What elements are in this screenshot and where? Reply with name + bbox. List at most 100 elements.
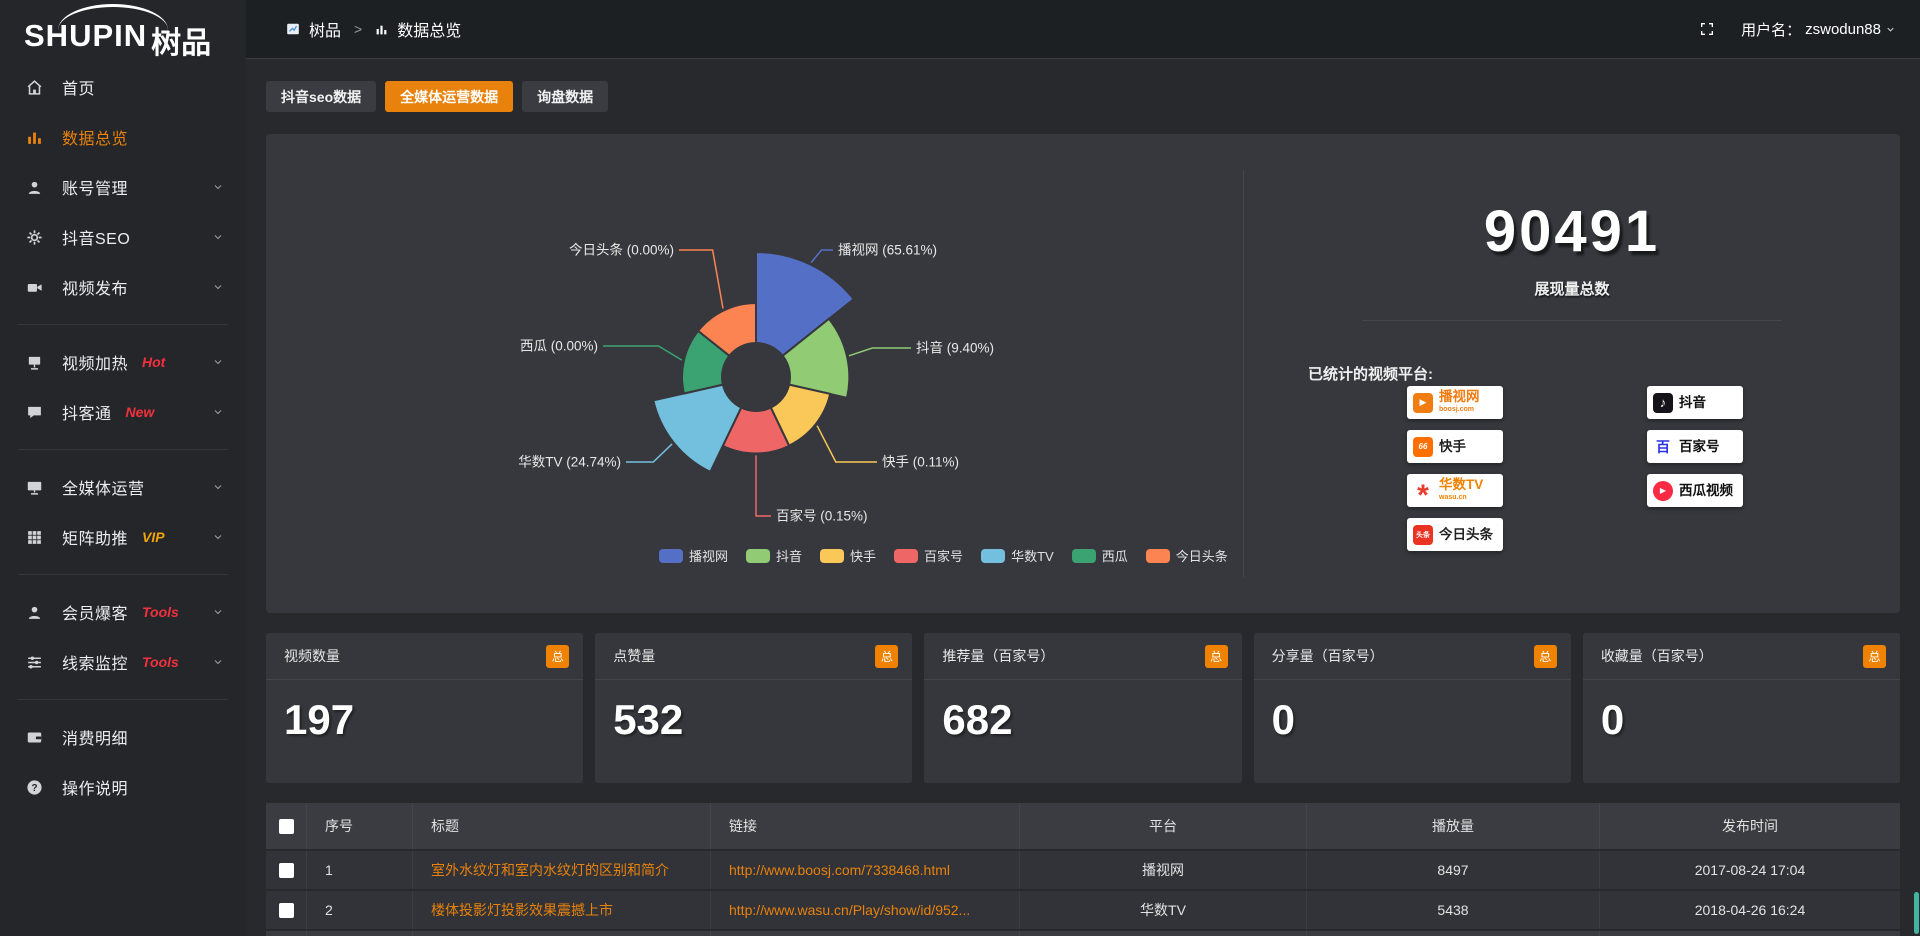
platforms-label: 已统计的视频平台: bbox=[1308, 363, 1900, 384]
kuaishou-logo: 66 bbox=[1413, 437, 1433, 457]
divider bbox=[18, 324, 228, 325]
row-checkbox[interactable] bbox=[279, 903, 294, 918]
pie-slice[interactable] bbox=[653, 385, 741, 472]
stat-title: 点赞量 bbox=[613, 646, 655, 666]
sidebar-item-label: 首页 bbox=[62, 75, 95, 99]
total-impressions-label: 展现量总数 bbox=[1244, 278, 1900, 299]
total-badge[interactable]: 总 bbox=[1534, 645, 1557, 668]
pie-label-line bbox=[849, 348, 911, 356]
chevron-down-icon bbox=[1885, 24, 1896, 35]
tab-inquiry-data[interactable]: 询盘数据 bbox=[522, 81, 608, 112]
row-cell-num: 1 bbox=[307, 851, 413, 889]
row-cell-title[interactable]: 室外水纹灯和室内水纹灯的区别和简介 bbox=[413, 851, 711, 889]
boosj-logo: ▶ bbox=[1413, 393, 1433, 413]
select-all-checkbox[interactable] bbox=[279, 819, 294, 834]
platform-chips-right: ♪ 抖音 百 百家号 ▶ 西瓜视频 bbox=[1647, 386, 1743, 507]
total-badge[interactable]: 总 bbox=[546, 645, 569, 668]
legend-item[interactable]: 快手 bbox=[820, 546, 876, 565]
total-badge[interactable]: 总 bbox=[1863, 645, 1886, 668]
new-badge: New bbox=[126, 404, 155, 420]
stat-value: 532 bbox=[595, 680, 912, 744]
sidebar-item-home[interactable]: 首页 bbox=[0, 62, 246, 112]
legend-swatch bbox=[1072, 549, 1096, 563]
legend-item[interactable]: 百家号 bbox=[894, 546, 963, 565]
brand-logo[interactable]: SHUPIN 树品 bbox=[0, 0, 246, 62]
platform-chip-baijiahao[interactable]: 百 百家号 bbox=[1647, 430, 1743, 463]
sidebar-item-label: 视频加热 bbox=[62, 350, 128, 374]
svg-text:?: ? bbox=[31, 783, 37, 794]
pie-chart: 播视网 (65.61%)抖音 (9.40%)快手 (0.11%)百家号 (0.1… bbox=[266, 134, 1243, 613]
pie-label-line bbox=[817, 426, 877, 462]
sidebar-item-label: 消费明细 bbox=[62, 725, 128, 749]
chevron-down-icon bbox=[212, 481, 224, 493]
chevron-down-icon bbox=[212, 406, 224, 418]
total-badge[interactable]: 总 bbox=[875, 645, 898, 668]
chart-legend: 播视网 抖音 快手 百家号 华数TV 西瓜 今日头条 bbox=[659, 546, 1228, 565]
legend-item[interactable]: 西瓜 bbox=[1072, 546, 1128, 565]
row-cell-title[interactable]: 楼体投影灯投影效果震撼上市 bbox=[413, 891, 711, 929]
chat-icon bbox=[26, 404, 48, 421]
user-menu[interactable]: 用户名： zswodun88 bbox=[1741, 19, 1896, 40]
legend-swatch bbox=[981, 549, 1005, 563]
hot-badge: Hot bbox=[142, 354, 165, 370]
header-cell-checkbox bbox=[266, 803, 307, 849]
sidebar-item-label: 会员爆客 bbox=[62, 600, 128, 624]
bar-chart-icon bbox=[375, 23, 388, 36]
row-cell-time: 2018-04-26 16:24 bbox=[1600, 891, 1900, 929]
legend-swatch bbox=[894, 549, 918, 563]
stat-value: 0 bbox=[1254, 680, 1571, 744]
sidebar-item-lead-monitor[interactable]: 线索监控 Tools bbox=[0, 637, 246, 687]
video-table: 序号 标题 链接 平台 播放量 发布时间 1 室外水纹灯和室内水纹灯的区别和简介… bbox=[266, 803, 1900, 936]
sidebar-item-data-overview[interactable]: 数据总览 bbox=[0, 112, 246, 162]
row-cell-link[interactable]: http://www.wasu.cn/Play/show/id/952... bbox=[711, 891, 1020, 929]
stat-card-likes: 点赞量 总 532 bbox=[595, 633, 912, 783]
pie-label: 西瓜 (0.00%) bbox=[520, 339, 598, 354]
breadcrumb-current[interactable]: 数据总览 bbox=[397, 17, 461, 41]
grid-icon bbox=[26, 529, 48, 546]
chevron-down-icon bbox=[212, 656, 224, 668]
sidebar-item-account[interactable]: 账号管理 bbox=[0, 162, 246, 212]
breadcrumb-separator: > bbox=[354, 21, 362, 37]
sidebar-item-douketong[interactable]: 抖客通 New bbox=[0, 387, 246, 437]
sidebar-item-video-publish[interactable]: 视频发布 bbox=[0, 262, 246, 312]
sidebar-item-member-burst[interactable]: 会员爆客 Tools bbox=[0, 587, 246, 637]
platform-sub: wasu.cn bbox=[1439, 491, 1483, 504]
sidebar-item-help[interactable]: ? 操作说明 bbox=[0, 762, 246, 812]
sidebar-item-label: 矩阵助推 bbox=[62, 525, 128, 549]
tab-omnimedia-data[interactable]: 全媒体运营数据 bbox=[385, 81, 513, 112]
breadcrumb-root[interactable]: 树品 bbox=[309, 17, 341, 41]
header-cell-time: 发布时间 bbox=[1600, 803, 1900, 849]
total-badge[interactable]: 总 bbox=[1205, 645, 1228, 668]
sidebar-item-video-heat[interactable]: 视频加热 Hot bbox=[0, 337, 246, 387]
stat-value: 0 bbox=[1583, 680, 1900, 744]
sidebar-item-consumption-detail[interactable]: 消费明细 bbox=[0, 712, 246, 762]
sidebar-item-omnimedia[interactable]: 全媒体运营 bbox=[0, 462, 246, 512]
stat-card-shares: 分享量（百家号）总 0 bbox=[1254, 633, 1571, 783]
table-row: 1 室外水纹灯和室内水纹灯的区别和简介 http://www.boosj.com… bbox=[266, 851, 1900, 889]
sidebar-item-label: 全媒体运营 bbox=[62, 475, 145, 499]
row-checkbox[interactable] bbox=[279, 863, 294, 878]
platform-chip-wasu[interactable]: * 华数TVwasu.cn bbox=[1407, 474, 1503, 507]
platform-chip-kuaishou[interactable]: 66 快手 bbox=[1407, 430, 1503, 463]
legend-item[interactable]: 播视网 bbox=[659, 546, 728, 565]
tab-douyin-seo-data[interactable]: 抖音seo数据 bbox=[266, 81, 376, 112]
row-cell-views: 5438 bbox=[1307, 891, 1600, 929]
chevron-down-icon bbox=[212, 231, 224, 243]
row-cell-num: 2 bbox=[307, 891, 413, 929]
table-header-row: 序号 标题 链接 平台 播放量 发布时间 bbox=[266, 803, 1900, 849]
row-cell-link[interactable]: http://www.boosj.com/7338468.html bbox=[711, 851, 1020, 889]
scrollbar-thumb[interactable] bbox=[1914, 892, 1919, 934]
platform-chip-boosj[interactable]: ▶ 播视网boosj.com bbox=[1407, 386, 1503, 419]
legend-item[interactable]: 今日头条 bbox=[1146, 546, 1228, 565]
legend-item[interactable]: 华数TV bbox=[981, 546, 1054, 565]
douyin-logo: ♪ bbox=[1653, 393, 1673, 413]
fullscreen-icon[interactable] bbox=[1699, 21, 1715, 37]
topbar-right: 用户名： zswodun88 bbox=[1699, 19, 1896, 40]
sidebar-item-douyin-seo[interactable]: 抖音SEO bbox=[0, 212, 246, 262]
legend-item[interactable]: 抖音 bbox=[746, 546, 802, 565]
platform-chip-toutiao[interactable]: 头条 今日头条 bbox=[1407, 518, 1503, 551]
platform-chip-xigua[interactable]: ▶ 西瓜视频 bbox=[1647, 474, 1743, 507]
screen-icon bbox=[26, 354, 48, 371]
platform-chip-douyin[interactable]: ♪ 抖音 bbox=[1647, 386, 1743, 419]
sidebar-item-matrix-boost[interactable]: 矩阵助推 VIP bbox=[0, 512, 246, 562]
